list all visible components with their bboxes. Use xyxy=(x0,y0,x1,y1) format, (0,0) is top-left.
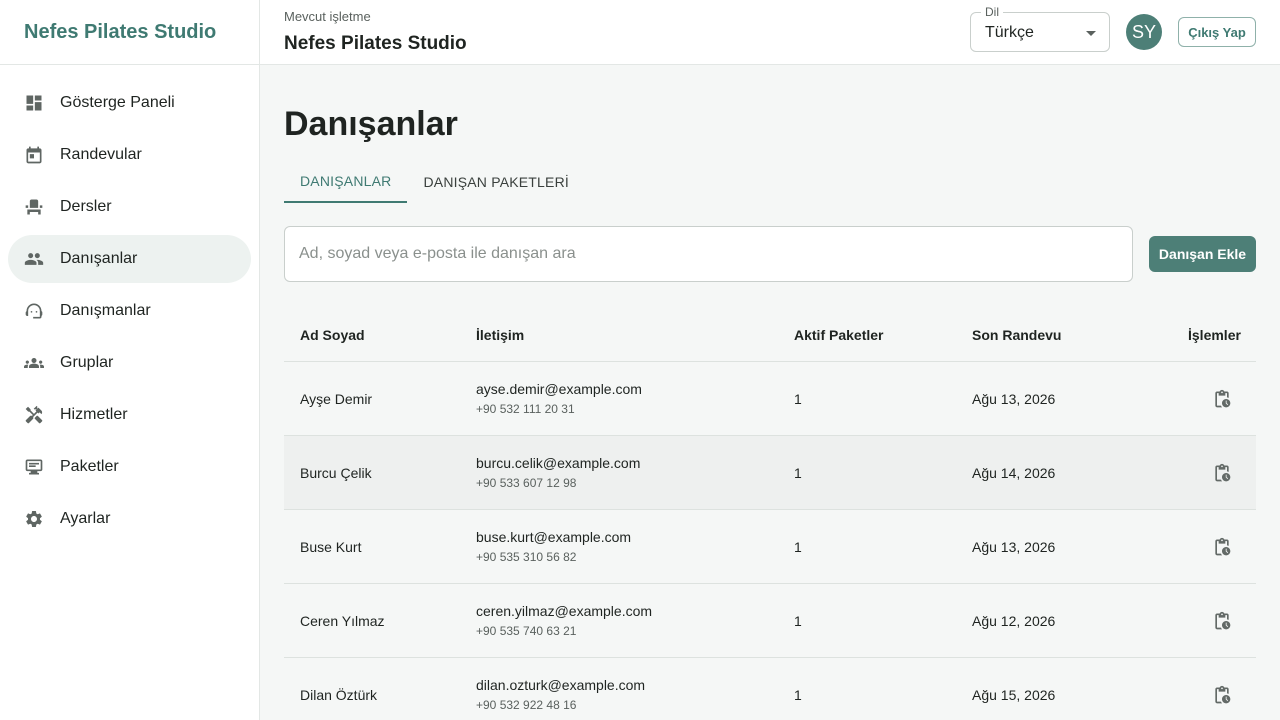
logout-button[interactable]: Çıkış Yap xyxy=(1178,17,1256,47)
last-appointment: Ağu 13, 2026 xyxy=(972,391,1056,407)
table-row[interactable]: Burcu Çelik burcu.celik@example.com +90 … xyxy=(284,436,1256,510)
sidebar: Nefes Pilates Studio Gösterge Paneli Ran… xyxy=(0,0,260,720)
tab-clients[interactable]: DANIŞANLAR xyxy=(284,161,408,203)
clients-table: Ad Soyad İletişim Aktif Paketler Son Ran… xyxy=(284,308,1256,720)
column-header-name[interactable]: Ad Soyad xyxy=(300,327,365,343)
page-title: Danışanlar xyxy=(284,105,458,143)
last-appointment: Ağu 13, 2026 xyxy=(972,539,1056,555)
sidebar-item-label: Hizmetler xyxy=(60,406,128,423)
sidebar-item-label: Paketler xyxy=(60,458,119,475)
client-name: Ceren Yılmaz xyxy=(300,613,385,629)
gear-icon xyxy=(24,509,44,529)
table-row[interactable]: Ceren Yılmaz ceren.yilmaz@example.com +9… xyxy=(284,584,1256,658)
assign-package-icon[interactable] xyxy=(1212,611,1232,631)
client-name: Buse Kurt xyxy=(300,539,362,555)
assign-package-icon[interactable] xyxy=(1212,463,1232,483)
active-packages: 1 xyxy=(794,465,802,481)
business-caption: Mevcut işletme xyxy=(284,9,371,24)
assign-package-icon[interactable] xyxy=(1212,685,1232,705)
table-row[interactable]: Dilan Öztürk dilan.ozturk@example.com +9… xyxy=(284,658,1256,720)
sidebar-item-label: Ayarlar xyxy=(60,510,111,527)
sidebar-nav: Gösterge Paneli Randevular Dersler Danış… xyxy=(0,65,259,543)
business-name: Nefes Pilates Studio xyxy=(284,33,467,54)
calendar-icon xyxy=(24,145,44,165)
client-email: dilan.ozturk@example.com xyxy=(476,677,646,693)
brand-logo-text: Nefes Pilates Studio xyxy=(0,0,259,65)
client-email: ceren.yilmaz@example.com xyxy=(476,603,653,619)
sidebar-item-dashboard[interactable]: Gösterge Paneli xyxy=(8,79,251,127)
table-row[interactable]: Ayşe Demir ayse.demir@example.com +90 53… xyxy=(284,362,1256,436)
sidebar-item-appointments[interactable]: Randevular xyxy=(8,131,251,179)
language-select[interactable]: Dil Türkçe xyxy=(970,5,1110,52)
active-packages: 1 xyxy=(794,391,802,407)
active-packages: 1 xyxy=(794,613,802,629)
groups-icon xyxy=(24,353,44,373)
sidebar-item-label: Danışanlar xyxy=(60,250,138,267)
column-header-actions: İşlemler xyxy=(1188,327,1241,343)
language-value: Türkçe xyxy=(985,24,1034,41)
language-label: Dil xyxy=(981,5,1003,19)
column-header-contact[interactable]: İletişim xyxy=(476,327,524,343)
tools-icon xyxy=(24,405,44,425)
client-email: burcu.celik@example.com xyxy=(476,455,641,471)
assign-package-icon[interactable] xyxy=(1212,537,1232,557)
last-appointment: Ağu 14, 2026 xyxy=(972,465,1056,481)
avatar[interactable]: SY xyxy=(1126,14,1162,50)
client-name: Ayşe Demir xyxy=(300,391,373,407)
table-row[interactable]: Buse Kurt buse.kurt@example.com +90 535 … xyxy=(284,510,1256,584)
client-name: Dilan Öztürk xyxy=(300,687,378,703)
sidebar-item-label: Gösterge Paneli xyxy=(60,94,175,111)
reformer-icon xyxy=(24,197,44,217)
sidebar-item-label: Danışmanlar xyxy=(60,302,151,319)
sidebar-item-settings[interactable]: Ayarlar xyxy=(8,495,251,543)
active-packages: 1 xyxy=(794,539,802,555)
sidebar-item-services[interactable]: Hizmetler xyxy=(8,391,251,439)
sidebar-item-groups[interactable]: Gruplar xyxy=(8,339,251,387)
tabs: DANIŞANLAR DANIŞAN PAKETLERİ xyxy=(284,161,585,203)
last-appointment: Ağu 12, 2026 xyxy=(972,613,1056,629)
table-header: Ad Soyad İletişim Aktif Paketler Son Ran… xyxy=(284,308,1256,362)
sidebar-item-packages[interactable]: Paketler xyxy=(8,443,251,491)
sidebar-item-classes[interactable]: Dersler xyxy=(8,183,251,231)
client-phone: +90 532 111 20 31 xyxy=(476,402,575,416)
client-email: ayse.demir@example.com xyxy=(476,381,642,397)
topbar: Mevcut işletme Nefes Pilates Studio Dil … xyxy=(260,0,1280,65)
client-phone: +90 533 607 12 98 xyxy=(476,476,577,490)
caret-down-icon xyxy=(1086,31,1096,36)
support-agent-icon xyxy=(24,301,44,321)
people-icon xyxy=(24,249,44,269)
client-email: buse.kurt@example.com xyxy=(476,529,632,545)
client-phone: +90 535 740 63 21 xyxy=(476,624,577,638)
dashboard-icon xyxy=(24,93,44,113)
sidebar-item-label: Randevular xyxy=(60,146,142,163)
assign-package-icon[interactable] xyxy=(1212,389,1232,409)
package-icon xyxy=(24,457,44,477)
client-name: Burcu Çelik xyxy=(300,465,372,481)
sidebar-item-consultants[interactable]: Danışmanlar xyxy=(8,287,251,335)
sidebar-item-label: Dersler xyxy=(60,198,112,215)
column-header-last-appointment[interactable]: Son Randevu xyxy=(972,327,1061,343)
active-packages: 1 xyxy=(794,687,802,703)
add-client-button[interactable]: Danışan Ekle xyxy=(1149,236,1256,272)
tab-client-packages[interactable]: DANIŞAN PAKETLERİ xyxy=(407,161,585,203)
client-phone: +90 532 922 48 16 xyxy=(476,698,577,712)
client-phone: +90 535 310 56 82 xyxy=(476,550,577,564)
column-header-packages[interactable]: Aktif Paketler xyxy=(794,327,883,343)
sidebar-item-clients[interactable]: Danışanlar xyxy=(8,235,251,283)
sidebar-item-label: Gruplar xyxy=(60,354,114,371)
last-appointment: Ağu 15, 2026 xyxy=(972,687,1056,703)
search-input[interactable] xyxy=(284,226,1133,282)
